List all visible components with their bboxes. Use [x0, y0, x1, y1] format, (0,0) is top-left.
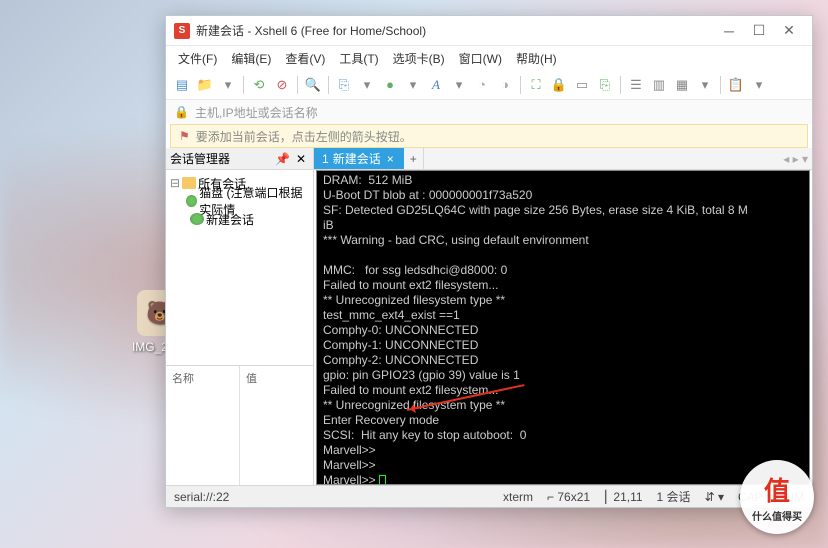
session-manager-pane: 会话管理器 📌 ✕ ⊟ 所有会话 猫盘 (注意端口根据实际情 新建会话 — [166, 148, 314, 485]
disconnect-icon[interactable]: ⊘ — [272, 75, 292, 95]
paste-icon[interactable]: ● — [380, 75, 400, 95]
window-title: 新建会话 - Xshell 6 (Free for Home/School) — [196, 22, 714, 39]
status-bar: serial://:22 xterm ⌐ 76x21 ⎢ 21,11 1 会话 … — [166, 485, 812, 507]
tab-active[interactable]: 1 新建会话 × — [314, 148, 404, 169]
address-placeholder: 主机,IP地址或会话名称 — [195, 104, 318, 121]
session-icon — [186, 195, 197, 207]
menu-file[interactable]: 文件(F) — [172, 48, 223, 69]
dropdown6-icon[interactable]: ▾ — [749, 75, 769, 95]
folder-icon — [182, 177, 196, 189]
lock-icon[interactable]: 🔒 — [549, 75, 569, 95]
status-net: ⇵ ▾ — [705, 490, 724, 504]
tile-v-icon[interactable]: ▥ — [649, 75, 669, 95]
session-manager-header: 会话管理器 📌 ✕ — [166, 148, 313, 170]
tile-h-icon[interactable]: ☰ — [626, 75, 646, 95]
tree-item-1[interactable]: 猫盘 (注意端口根据实际情 — [170, 192, 309, 210]
toolbar: ▤ 📁 ▾ ⟲ ⊘ 🔍 ⎘ ▾ ● ▾ A ▾ ◔ ◑ ⛶ 🔒 ▭ ⎘ ☰ ▥ … — [166, 70, 812, 100]
tab-label: 新建会话 — [333, 150, 381, 167]
flag-icon: ⚑ — [179, 129, 190, 143]
xshell-window: S 新建会话 - Xshell 6 (Free for Home/School)… — [165, 15, 813, 508]
terminal-output: DRAM: 512 MiB U-Boot DT blob at : 000000… — [323, 173, 748, 485]
session-tree[interactable]: ⊟ 所有会话 猫盘 (注意端口根据实际情 新建会话 — [166, 170, 313, 365]
terminal[interactable]: DRAM: 512 MiB U-Boot DT blob at : 000000… — [316, 170, 810, 485]
close-button[interactable]: ✕ — [774, 21, 804, 41]
tip-text: 要添加当前会话，点击左侧的箭头按钮。 — [196, 128, 412, 145]
dropdown4-icon[interactable]: ▾ — [449, 75, 469, 95]
tab-indicator: 1 — [322, 152, 329, 166]
cursor — [379, 475, 386, 485]
expand-icon[interactable]: ⛶ — [526, 75, 546, 95]
titlebar[interactable]: S 新建会话 - Xshell 6 (Free for Home/School)… — [166, 16, 812, 46]
menu-help[interactable]: 帮助(H) — [510, 48, 563, 69]
xftp-icon[interactable]: ⎘ — [595, 75, 615, 95]
pane-close-icon[interactable]: ✕ — [293, 152, 309, 166]
script-icon[interactable]: 📋 — [726, 75, 746, 95]
tool2-icon[interactable]: ◑ — [495, 75, 515, 95]
copy-icon[interactable]: ⎘ — [334, 75, 354, 95]
address-bar[interactable]: 🔒 主机,IP地址或会话名称 — [166, 100, 812, 124]
dropdown3-icon[interactable]: ▾ — [403, 75, 423, 95]
tab-bar: 1 新建会话 × + ◂ ▸ ▾ — [314, 148, 812, 170]
status-pos: ⎢ 21,11 — [604, 490, 642, 504]
dropdown-icon[interactable]: ▾ — [218, 75, 238, 95]
pane-title: 会话管理器 — [170, 150, 230, 167]
menu-tabs[interactable]: 选项卡(B) — [387, 48, 451, 69]
maximize-button[interactable]: ☐ — [744, 21, 774, 41]
watermark-logo: 值 — [764, 471, 790, 508]
open-icon[interactable]: 📁 — [195, 75, 215, 95]
watermark-text: 什么值得买 — [752, 508, 802, 523]
status-term: xterm — [503, 490, 533, 504]
status-size: ⌐ 76x21 — [547, 490, 590, 504]
main-area: 1 新建会话 × + ◂ ▸ ▾ DRAM: 512 MiB U-Boot DT… — [314, 148, 812, 485]
status-sessions: 1 会话 — [657, 488, 691, 505]
session-icon — [190, 213, 204, 225]
new-session-icon[interactable]: ▤ — [172, 75, 192, 95]
smzdm-watermark: 值 什么值得买 — [740, 460, 814, 534]
app-icon: S — [174, 23, 190, 39]
font-icon[interactable]: A — [426, 75, 446, 95]
pin-icon[interactable]: 📌 — [272, 152, 293, 166]
menubar: 文件(F) 编辑(E) 查看(V) 工具(T) 选项卡(B) 窗口(W) 帮助(… — [166, 46, 812, 70]
lock2-icon: 🔒 — [174, 105, 189, 119]
tool3-icon[interactable]: ▭ — [572, 75, 592, 95]
tip-bar: ⚑ 要添加当前会话，点击左侧的箭头按钮。 — [170, 124, 808, 148]
prop-value-header: 值 — [240, 366, 313, 485]
tab-close-icon[interactable]: × — [385, 152, 396, 166]
minimize-button[interactable]: ─ — [714, 21, 744, 41]
menu-tools[interactable]: 工具(T) — [333, 48, 384, 69]
prop-name-header: 名称 — [166, 366, 240, 485]
tree-item2-label: 新建会话 — [206, 211, 254, 228]
tab-nav[interactable]: ◂ ▸ ▾ — [779, 148, 812, 169]
dropdown5-icon[interactable]: ▾ — [695, 75, 715, 95]
status-conn: serial://:22 — [174, 490, 229, 504]
menu-edit[interactable]: 编辑(E) — [225, 48, 277, 69]
menu-window[interactable]: 窗口(W) — [453, 48, 508, 69]
reconnect-icon[interactable]: ⟲ — [249, 75, 269, 95]
tool1-icon[interactable]: ◔ — [472, 75, 492, 95]
cascade-icon[interactable]: ▦ — [672, 75, 692, 95]
property-list: 名称 值 — [166, 365, 313, 485]
add-tab-button[interactable]: + — [404, 148, 424, 169]
menu-view[interactable]: 查看(V) — [279, 48, 331, 69]
search-icon[interactable]: 🔍 — [303, 75, 323, 95]
dropdown2-icon[interactable]: ▾ — [357, 75, 377, 95]
